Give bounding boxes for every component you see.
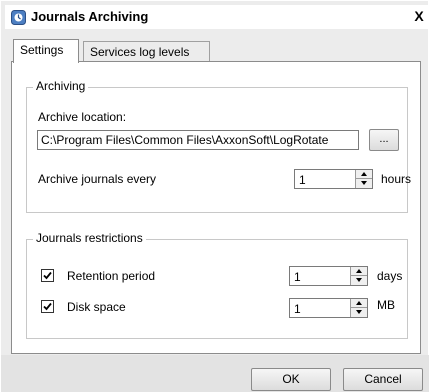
dialog-button-bar: OK Cancel bbox=[1, 355, 429, 392]
disk-space-label: Disk space bbox=[67, 300, 126, 314]
spin-down-icon[interactable] bbox=[356, 179, 372, 188]
retention-period-checkbox[interactable] bbox=[41, 269, 54, 282]
disk-space-value: 1 bbox=[294, 302, 301, 316]
tab-settings[interactable]: Settings bbox=[13, 39, 79, 63]
archive-every-label: Archive journals every bbox=[38, 172, 157, 186]
settings-panel: Archiving Archive location: C:\Program F… bbox=[11, 61, 421, 354]
journals-archiving-dialog: Journals Archiving X Settings Services l… bbox=[0, 0, 429, 392]
disk-space-stepper[interactable]: 1 bbox=[289, 298, 368, 318]
spin-down-icon[interactable] bbox=[351, 308, 367, 317]
window-title: Journals Archiving bbox=[31, 9, 149, 24]
archive-location-input[interactable]: C:\Program Files\Common Files\AxxonSoft\… bbox=[37, 130, 359, 150]
journal-app-icon bbox=[11, 10, 26, 25]
spin-down-icon[interactable] bbox=[351, 276, 367, 285]
tab-services-log-levels[interactable]: Services log levels bbox=[83, 41, 210, 62]
disk-space-unit: MB bbox=[377, 298, 395, 312]
archive-every-stepper[interactable]: 1 bbox=[294, 169, 373, 189]
retention-period-value: 1 bbox=[294, 270, 301, 284]
archiving-group: Archiving Archive location: C:\Program F… bbox=[26, 79, 412, 213]
close-button[interactable]: X bbox=[410, 7, 428, 25]
retention-spin-buttons bbox=[350, 267, 367, 285]
browse-button[interactable]: ... bbox=[369, 129, 399, 151]
archive-every-unit: hours bbox=[381, 172, 412, 186]
spin-up-icon[interactable] bbox=[351, 299, 367, 308]
archive-every-spin-buttons bbox=[355, 170, 372, 188]
archiving-group-label: Archiving bbox=[33, 79, 89, 93]
retention-period-unit: days bbox=[377, 269, 403, 283]
retention-period-label: Retention period bbox=[67, 269, 156, 283]
retention-period-stepper[interactable]: 1 bbox=[289, 266, 368, 286]
archive-location-label: Archive location: bbox=[38, 110, 127, 124]
title-bar: Journals Archiving X bbox=[5, 5, 429, 29]
spin-up-icon[interactable] bbox=[351, 267, 367, 276]
restrictions-group-label: Journals restrictions bbox=[33, 231, 146, 245]
disk-space-spin-buttons bbox=[350, 299, 367, 317]
journals-restrictions-group: Journals restrictions Retention period 1… bbox=[26, 231, 408, 339]
ok-button[interactable]: OK bbox=[251, 368, 331, 391]
checkmark-icon bbox=[43, 302, 52, 311]
disk-space-checkbox[interactable] bbox=[41, 300, 54, 313]
checkmark-icon bbox=[43, 271, 52, 280]
cancel-button[interactable]: Cancel bbox=[343, 368, 423, 391]
archive-every-value: 1 bbox=[299, 173, 306, 187]
spin-up-icon[interactable] bbox=[356, 170, 372, 179]
